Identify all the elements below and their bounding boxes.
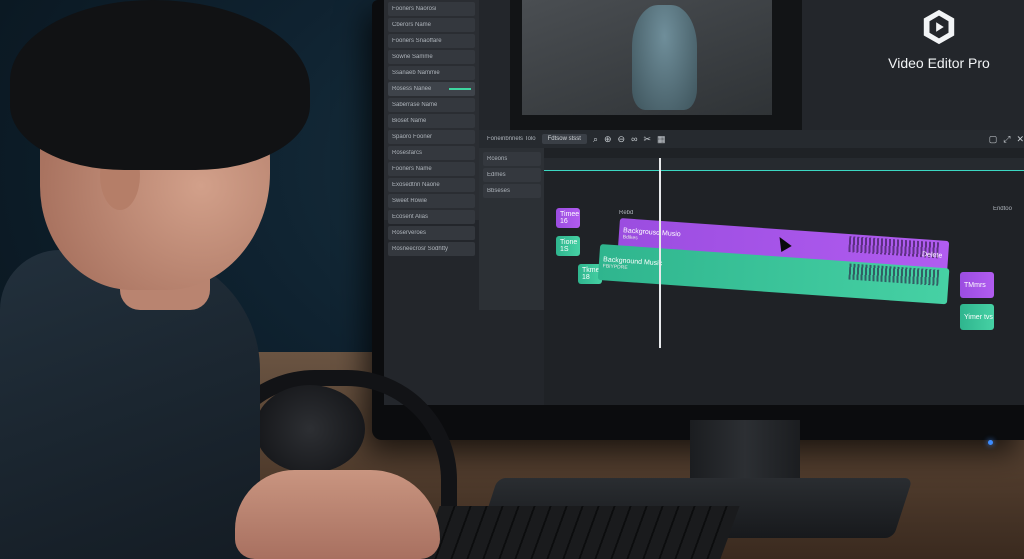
monitor-screen: Fooners Naorosi Cberors Name Fooners Sna… bbox=[384, 0, 1024, 405]
panel-item[interactable]: Rceons bbox=[483, 152, 541, 166]
panel-item-label: Rceons bbox=[487, 156, 508, 162]
video-frame[interactable] bbox=[522, 0, 772, 115]
sidebar-item-label: Roserveroes bbox=[392, 230, 427, 236]
search-icon[interactable]: ⌕ bbox=[593, 134, 598, 145]
clip-label: Timee 16 bbox=[560, 211, 580, 225]
sidebar-item[interactable]: Sowne Samme bbox=[388, 50, 475, 64]
sidebar-item[interactable]: Spaoro Fooner bbox=[388, 130, 475, 144]
person-hand bbox=[235, 470, 440, 559]
square-icon[interactable]: ▢ bbox=[989, 134, 998, 145]
close-icon[interactable]: ✕ bbox=[1016, 134, 1024, 145]
track-label: Rebd bbox=[619, 210, 634, 216]
audio-waveform bbox=[848, 263, 940, 286]
media-sidebar: Fooners Naorosi Cberors Name Fooners Sna… bbox=[384, 0, 479, 256]
sidebar-item-label: Saberrase Name bbox=[392, 102, 438, 108]
sidebar-item[interactable]: Ecosent Alias bbox=[388, 210, 475, 224]
playhead[interactable] bbox=[659, 158, 661, 348]
sidebar-item-label: Fooners Name bbox=[392, 166, 432, 172]
sidebar-item-label: Cberors Name bbox=[392, 22, 432, 28]
panel-item-label: Bbseses bbox=[487, 188, 511, 194]
sidebar-item-label: Rosess Nanee bbox=[392, 86, 432, 92]
video-subject bbox=[632, 5, 697, 110]
sidebar-item-label: Exosedtnn Naone bbox=[392, 182, 440, 188]
progress-bar bbox=[449, 88, 471, 90]
sidebar-item[interactable]: Exosedtnn Naone bbox=[388, 178, 475, 192]
sidebar-item[interactable]: Rosesfarcs bbox=[388, 146, 475, 160]
sidebar-item-label: Rosneecrosr Sodhtty bbox=[392, 246, 449, 252]
sidebar-item[interactable]: Fooners Name bbox=[388, 162, 475, 176]
keyboard bbox=[420, 506, 740, 559]
sidebar-item-label: Ecosent Alias bbox=[392, 214, 429, 220]
sidebar-item[interactable]: Bioset Name bbox=[388, 114, 475, 128]
sidebar-item-label: Bioset Name bbox=[392, 118, 427, 124]
panel-item[interactable]: Bbseses bbox=[483, 184, 541, 198]
sidebar-item[interactable]: Ssanaeb Nammie bbox=[388, 66, 475, 80]
scissors-icon[interactable]: ✂ bbox=[644, 134, 652, 145]
sidebar-item[interactable]: Sweet Rowie bbox=[388, 194, 475, 208]
sidebar-item[interactable]: Saberrase Name bbox=[388, 98, 475, 112]
timeline-ruler[interactable] bbox=[544, 158, 1024, 171]
sidebar-item-label: Sweet Rowie bbox=[392, 198, 428, 204]
panel-item-label: Edmes bbox=[487, 172, 506, 178]
timeline-clip[interactable]: TMmrs bbox=[960, 272, 994, 298]
sidebar-item-label: Ssanaeb Nammie bbox=[392, 70, 440, 76]
sidebar-item-label: Sowne Samme bbox=[392, 54, 433, 60]
sidebar-item-label: Fooners Naorosi bbox=[392, 6, 437, 12]
sidebar-item-label: Rosesfarcs bbox=[392, 150, 423, 156]
zoom-in-icon[interactable]: ⊕ bbox=[604, 134, 612, 145]
sidebar-item-label: Fooners Snaoffare bbox=[392, 38, 442, 44]
sidebar-item[interactable]: Cberors Name bbox=[388, 18, 475, 32]
sidebar-item[interactable]: Fooners Naorosi bbox=[388, 2, 475, 16]
toolbar-button[interactable]: Fdtsow stsst bbox=[541, 134, 587, 144]
effects-panel: Rceons Edmes Bbseses bbox=[479, 130, 545, 310]
photo-scene: Fooners Naorosi Cberors Name Fooners Sna… bbox=[0, 0, 1024, 559]
link-icon[interactable]: ∞ bbox=[631, 134, 637, 144]
sidebar-item-label: Spaoro Fooner bbox=[392, 134, 433, 140]
sidebar-item[interactable]: Rosneecrosr Sodhtty bbox=[388, 242, 475, 256]
zoom-out-icon[interactable]: ⊖ bbox=[618, 134, 626, 145]
clip-label: Yimer tvs bbox=[964, 313, 993, 321]
delete-label[interactable]: Delete bbox=[922, 251, 943, 259]
sidebar-item-selected[interactable]: Rosess Nanee bbox=[388, 82, 475, 96]
panel-item[interactable]: Edmes bbox=[483, 168, 541, 182]
sidebar-item[interactable]: Roserveroes bbox=[388, 226, 475, 240]
calendar-icon[interactable]: ▦ bbox=[657, 134, 666, 145]
brand-area: Video Editor Pro bbox=[854, 8, 1024, 88]
timeline-clip[interactable]: Timee 16 bbox=[556, 208, 580, 228]
timeline-toolbar: Foneinbnnels Tolo Fdtsow stsst ⌕ ⊕ ⊖ ∞ ✂… bbox=[479, 130, 1024, 148]
expand-icon[interactable]: ⤢ bbox=[1003, 134, 1010, 145]
timeline-clip[interactable]: Tione 1S bbox=[556, 236, 580, 256]
app-logo-icon bbox=[923, 9, 955, 45]
clip-label: Tione 1S bbox=[560, 239, 578, 253]
toolbar-tab[interactable]: Foneinbnnels Tolo bbox=[487, 136, 536, 142]
video-preview-panel bbox=[510, 0, 802, 130]
sidebar-item[interactable]: Fooners Snaoffare bbox=[388, 34, 475, 48]
timeline-clip[interactable]: Yimer tvs bbox=[960, 304, 994, 330]
power-indicator-light bbox=[988, 440, 993, 445]
app-name: Video Editor Pro bbox=[888, 55, 990, 71]
headphones-right-cup bbox=[255, 385, 365, 473]
timeline-area: Rebd Timee 16 Tione 1S Tkme 18 Backgrous… bbox=[544, 148, 1024, 405]
clip-label: TMmrs bbox=[964, 281, 986, 289]
timeline-end-label: Endtoo bbox=[992, 206, 1012, 212]
